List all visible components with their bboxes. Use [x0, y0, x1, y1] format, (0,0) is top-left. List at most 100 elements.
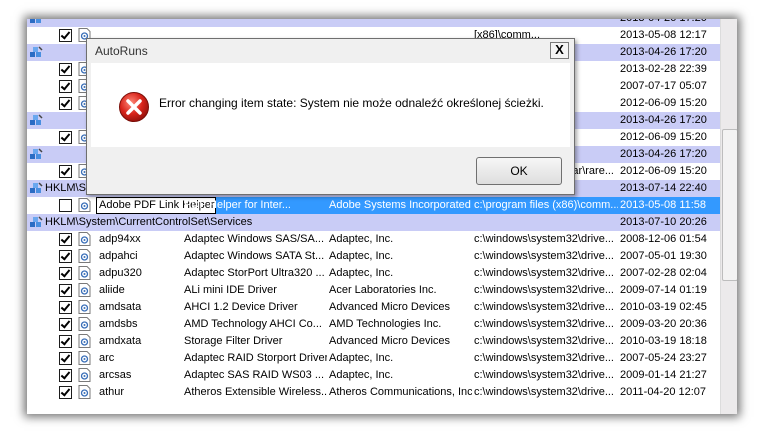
- table-row[interactable]: adp94xx Adaptec Windows SAS/SA... Adaptec,…: [27, 231, 720, 248]
- entry-image-path: c:\windows\system32\drive...: [474, 335, 614, 347]
- entry-timestamp: 2009-01-14 21:27: [620, 369, 707, 381]
- entry-publisher: Advanced Micro Devices: [329, 335, 451, 347]
- entry-image-path: c:\windows\system32\drive...: [474, 318, 614, 330]
- table-row[interactable]: adpahci Adaptec Windows SATA St... Adaptec…: [27, 248, 720, 265]
- entry-name: arc: [99, 352, 115, 364]
- entry-checkbox[interactable]: [59, 369, 72, 382]
- entry-checkbox[interactable]: [59, 199, 72, 212]
- table-row[interactable]: amdxata Storage Filter Driver Advanced Mic…: [27, 333, 720, 350]
- vertical-scrollbar[interactable]: [720, 19, 737, 414]
- entry-timestamp: 2007-02-28 02:04: [620, 267, 707, 279]
- entry-checkbox[interactable]: [59, 131, 72, 144]
- close-button[interactable]: X: [550, 42, 569, 59]
- registry-key-icon: [30, 182, 43, 195]
- table-row[interactable]: aliide ALi mini IDE Driver Acer Laboratori…: [27, 282, 720, 299]
- entry-checkbox[interactable]: [59, 165, 72, 178]
- file-icon: [78, 334, 91, 348]
- entry-image-path: c:\windows\system32\drive...: [474, 369, 614, 381]
- entry-image-path: c:\program files (x86)\comm...: [474, 199, 618, 211]
- entry-publisher: Acer Laboratories Inc.: [329, 284, 437, 296]
- file-icon: [78, 368, 91, 382]
- entry-checkbox[interactable]: [59, 80, 72, 93]
- entry-timestamp: 2010-03-19 18:18: [620, 335, 707, 347]
- entry-timestamp: 2013-02-28 22:39: [620, 63, 707, 75]
- registry-key-icon: [30, 148, 43, 161]
- entry-publisher: Adaptec, Inc.: [329, 267, 394, 279]
- group-timestamp: 2013-04-26 17:20: [620, 114, 707, 126]
- entry-timestamp: 2008-12-06 01:54: [620, 233, 707, 245]
- entry-checkbox[interactable]: [59, 233, 72, 246]
- entry-checkbox[interactable]: [59, 335, 72, 348]
- error-icon: [119, 92, 149, 122]
- entry-timestamp: 2010-03-19 02:45: [620, 301, 707, 313]
- entry-timestamp: 2013-05-08 12:17: [620, 29, 707, 41]
- entry-timestamp: 2012-06-09 15:20: [620, 165, 707, 177]
- file-icon: [78, 249, 91, 263]
- entry-description: AMD Technology AHCI Co...: [184, 318, 322, 330]
- entry-timestamp: 2007-05-01 19:30: [620, 250, 707, 262]
- registry-key-icon: [30, 46, 43, 59]
- entry-description: Atheros Extensible Wireless...: [184, 386, 327, 398]
- entry-image-path: c:\windows\system32\drive...: [474, 250, 614, 262]
- entry-image-path: c:\windows\system32\drive...: [474, 352, 614, 364]
- entry-description: ALi mini IDE Driver: [184, 284, 277, 296]
- entry-description: Adaptec StorPort Ultra320 ...: [184, 267, 325, 279]
- file-icon: [78, 317, 91, 331]
- table-row[interactable]: adpu320 Adaptec StorPort Ultra320 ... Adap…: [27, 265, 720, 282]
- table-row[interactable]: arcsas Adaptec SAS RAID WS03 ... Adaptec, …: [27, 367, 720, 384]
- dialog-title: AutoRuns: [95, 44, 148, 58]
- entry-timestamp: 2011-04-20 12:07: [620, 386, 707, 398]
- entry-name: adp94xx: [99, 233, 141, 245]
- file-icon: [78, 232, 91, 246]
- entry-checkbox[interactable]: [59, 63, 72, 76]
- entry-checkbox[interactable]: [59, 250, 72, 263]
- entry-description: PDF Helper for Inter...: [184, 199, 291, 211]
- entry-name: arcsas: [99, 369, 132, 381]
- entry-checkbox[interactable]: [59, 318, 72, 331]
- entry-image-path: c:\windows\system32\drive...: [474, 267, 614, 279]
- entry-timestamp: 2012-06-09 15:20: [620, 131, 707, 143]
- file-icon: [78, 351, 91, 365]
- entry-publisher: AMD Technologies Inc.: [329, 318, 442, 330]
- entry-description: Adaptec SAS RAID WS03 ...: [184, 369, 325, 381]
- entry-image-path: c:\windows\system32\drive...: [474, 284, 614, 296]
- scrollbar-thumb[interactable]: [722, 129, 737, 281]
- table-row[interactable]: arc Adaptec RAID Storport Driver Adaptec, …: [27, 350, 720, 367]
- dialog-body: Error changing item state: System nie mo…: [91, 63, 570, 147]
- entry-checkbox[interactable]: [59, 301, 72, 314]
- entry-checkbox[interactable]: [59, 29, 72, 42]
- entry-checkbox[interactable]: [59, 284, 72, 297]
- entry-image-path: c:\windows\system32\drive...: [474, 233, 614, 245]
- group-timestamp: 2013-04-26 17:20: [620, 46, 707, 58]
- entry-image-path: c:\windows\system32\drive...: [474, 386, 614, 398]
- ok-button[interactable]: OK: [476, 157, 562, 185]
- table-row[interactable]: amdsbs AMD Technology AHCI Co... AMD Techn…: [27, 316, 720, 333]
- entry-publisher: Advanced Micro Devices: [329, 301, 451, 313]
- group-header-row[interactable]: HKLM\System\CurrentControlSet\Services 20…: [27, 214, 720, 231]
- dialog-titlebar[interactable]: AutoRuns X: [87, 39, 574, 63]
- group-header-row[interactable]: 2013-04-26 17:20: [27, 19, 720, 27]
- selected-table-row[interactable]: Adobe PDF Link Helper PDF Helper for Inte…: [27, 197, 720, 214]
- group-key-path: HKLM\System\CurrentControlSet\Services: [45, 216, 253, 228]
- entry-publisher: Adaptec, Inc.: [329, 250, 394, 262]
- entry-description: Adaptec Windows SAS/SA...: [184, 233, 325, 245]
- entry-checkbox[interactable]: [59, 352, 72, 365]
- entry-timestamp: 2012-06-09 15:20: [620, 97, 707, 109]
- entry-name: amdsata: [99, 301, 142, 313]
- entry-name: amdsbs: [99, 318, 138, 330]
- table-row[interactable]: athur Atheros Extensible Wireless... Ather…: [27, 384, 720, 401]
- file-icon: [78, 300, 91, 314]
- entry-timestamp: 2007-05-24 23:27: [620, 352, 707, 364]
- entry-name: adpahci: [99, 250, 138, 262]
- entry-description: Adaptec RAID Storport Driver: [184, 352, 327, 364]
- table-row[interactable]: amdsata AHCI 1.2 Device Driver Advanced Mi…: [27, 299, 720, 316]
- entry-description: AHCI 1.2 Device Driver: [184, 301, 298, 313]
- entry-checkbox[interactable]: [59, 267, 72, 280]
- file-icon: [78, 385, 91, 399]
- entry-name: aliide: [99, 284, 125, 296]
- registry-key-icon: [30, 216, 43, 229]
- file-icon: [78, 283, 91, 297]
- entry-checkbox[interactable]: [59, 97, 72, 110]
- entry-checkbox[interactable]: [59, 386, 72, 399]
- entry-image-path: c:\windows\system32\drive...: [474, 301, 614, 313]
